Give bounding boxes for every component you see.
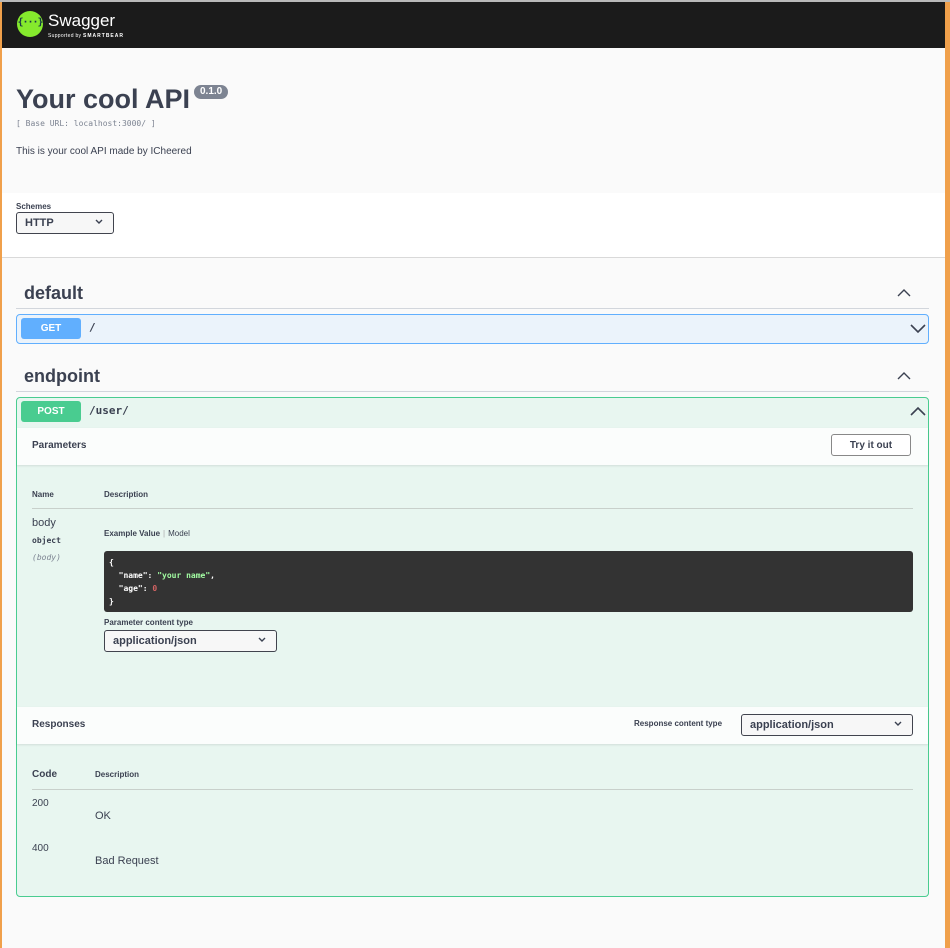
chevron-down-icon [257, 633, 267, 650]
responses-title: Responses [32, 719, 86, 730]
col-header-code: Code [32, 769, 57, 780]
response-code: 200 [32, 798, 49, 809]
response-description: OK [95, 810, 111, 822]
parameters-title: Parameters [32, 440, 87, 451]
schemes-container: Schemes HTTP [2, 193, 945, 258]
response-description: Bad Request [95, 855, 159, 867]
parameter-content-type-label: Parameter content type [104, 618, 193, 627]
col-header-description: Description [95, 770, 140, 779]
operation-path: / [89, 321, 96, 334]
tab-model[interactable]: Model [168, 529, 190, 538]
operation-get-root[interactable]: GET / [16, 314, 929, 344]
parameter-content-type-select[interactable]: application/json [104, 630, 277, 652]
code-number: 0 [152, 584, 158, 593]
param-name: body [32, 517, 56, 529]
select-value: application/json [750, 719, 834, 731]
swagger-logo-icon[interactable]: {···} [17, 11, 44, 37]
chevron-up-icon[interactable] [897, 285, 911, 303]
chevron-down-icon [94, 215, 104, 232]
example-tabs: Example Value | Model [104, 529, 190, 538]
response-content-type-label: Response content type [634, 719, 723, 728]
method-badge-get: GET [21, 318, 81, 339]
parameters-header: Parameters Try it out [17, 428, 928, 465]
divider [32, 508, 913, 509]
api-title: Your cool API [16, 84, 191, 114]
param-in: (body) [32, 553, 61, 562]
col-header-name: Name [32, 490, 54, 499]
method-badge-post[interactable]: POST [21, 401, 81, 422]
select-value: application/json [113, 635, 197, 647]
schemes-label: Schemes [16, 202, 52, 211]
tab-separator: | [163, 529, 166, 538]
base-url: [ Base URL: localhost:3000/ ] [16, 119, 156, 128]
logo-subtitle: Supported by SMARTBEAR [48, 33, 124, 39]
code-line-name: "name": "your name", [118, 571, 215, 580]
logo-brand: SMARTBEAR [83, 33, 124, 39]
col-header-description: Description [104, 490, 149, 499]
tag-header-endpoint[interactable]: endpoint [16, 356, 929, 392]
chevron-down-icon [893, 717, 903, 734]
tab-example-value[interactable]: Example Value [104, 529, 160, 538]
example-value-code: { "name": "your name", "age": 0 } [104, 551, 913, 612]
version-badge: 0.1.0 [194, 85, 229, 99]
code-string: "your name" [157, 571, 211, 580]
logo-title[interactable]: Swagger [48, 11, 115, 31]
tag-header-default[interactable]: default [16, 273, 929, 309]
tag-name: endpoint [24, 366, 100, 386]
code-line-age: "age": 0 [118, 584, 158, 593]
api-description: This is your cool API made by ICheered [16, 146, 192, 157]
schemes-select[interactable]: HTTP [16, 212, 114, 234]
logo-supported-by: Supported by [48, 33, 82, 39]
topbar: {···} Swagger Supported by SMARTBEAR [2, 2, 945, 48]
schemes-select-value: HTTP [25, 217, 54, 229]
window-frame-left [0, 0, 2, 948]
chevron-up-icon[interactable] [897, 368, 911, 386]
code-open: { [109, 558, 114, 567]
logo-glyph: {···} [17, 17, 43, 28]
try-it-out-button[interactable]: Try it out [831, 434, 911, 456]
tag-name: default [24, 283, 84, 303]
window-frame-right [945, 0, 950, 948]
operation-post-user: POST /user/ Parameters Try it out Name D… [16, 397, 929, 897]
response-code: 400 [32, 843, 49, 854]
chevron-up-icon[interactable] [910, 404, 926, 423]
operation-path[interactable]: /user/ [89, 404, 129, 417]
code-key: "name" [118, 571, 148, 580]
param-type: object [32, 536, 61, 545]
code-key: "age" [118, 584, 143, 593]
code-close: } [109, 597, 114, 606]
chevron-down-icon[interactable] [910, 321, 926, 340]
divider [32, 789, 913, 790]
response-content-type-select[interactable]: application/json [741, 714, 913, 736]
